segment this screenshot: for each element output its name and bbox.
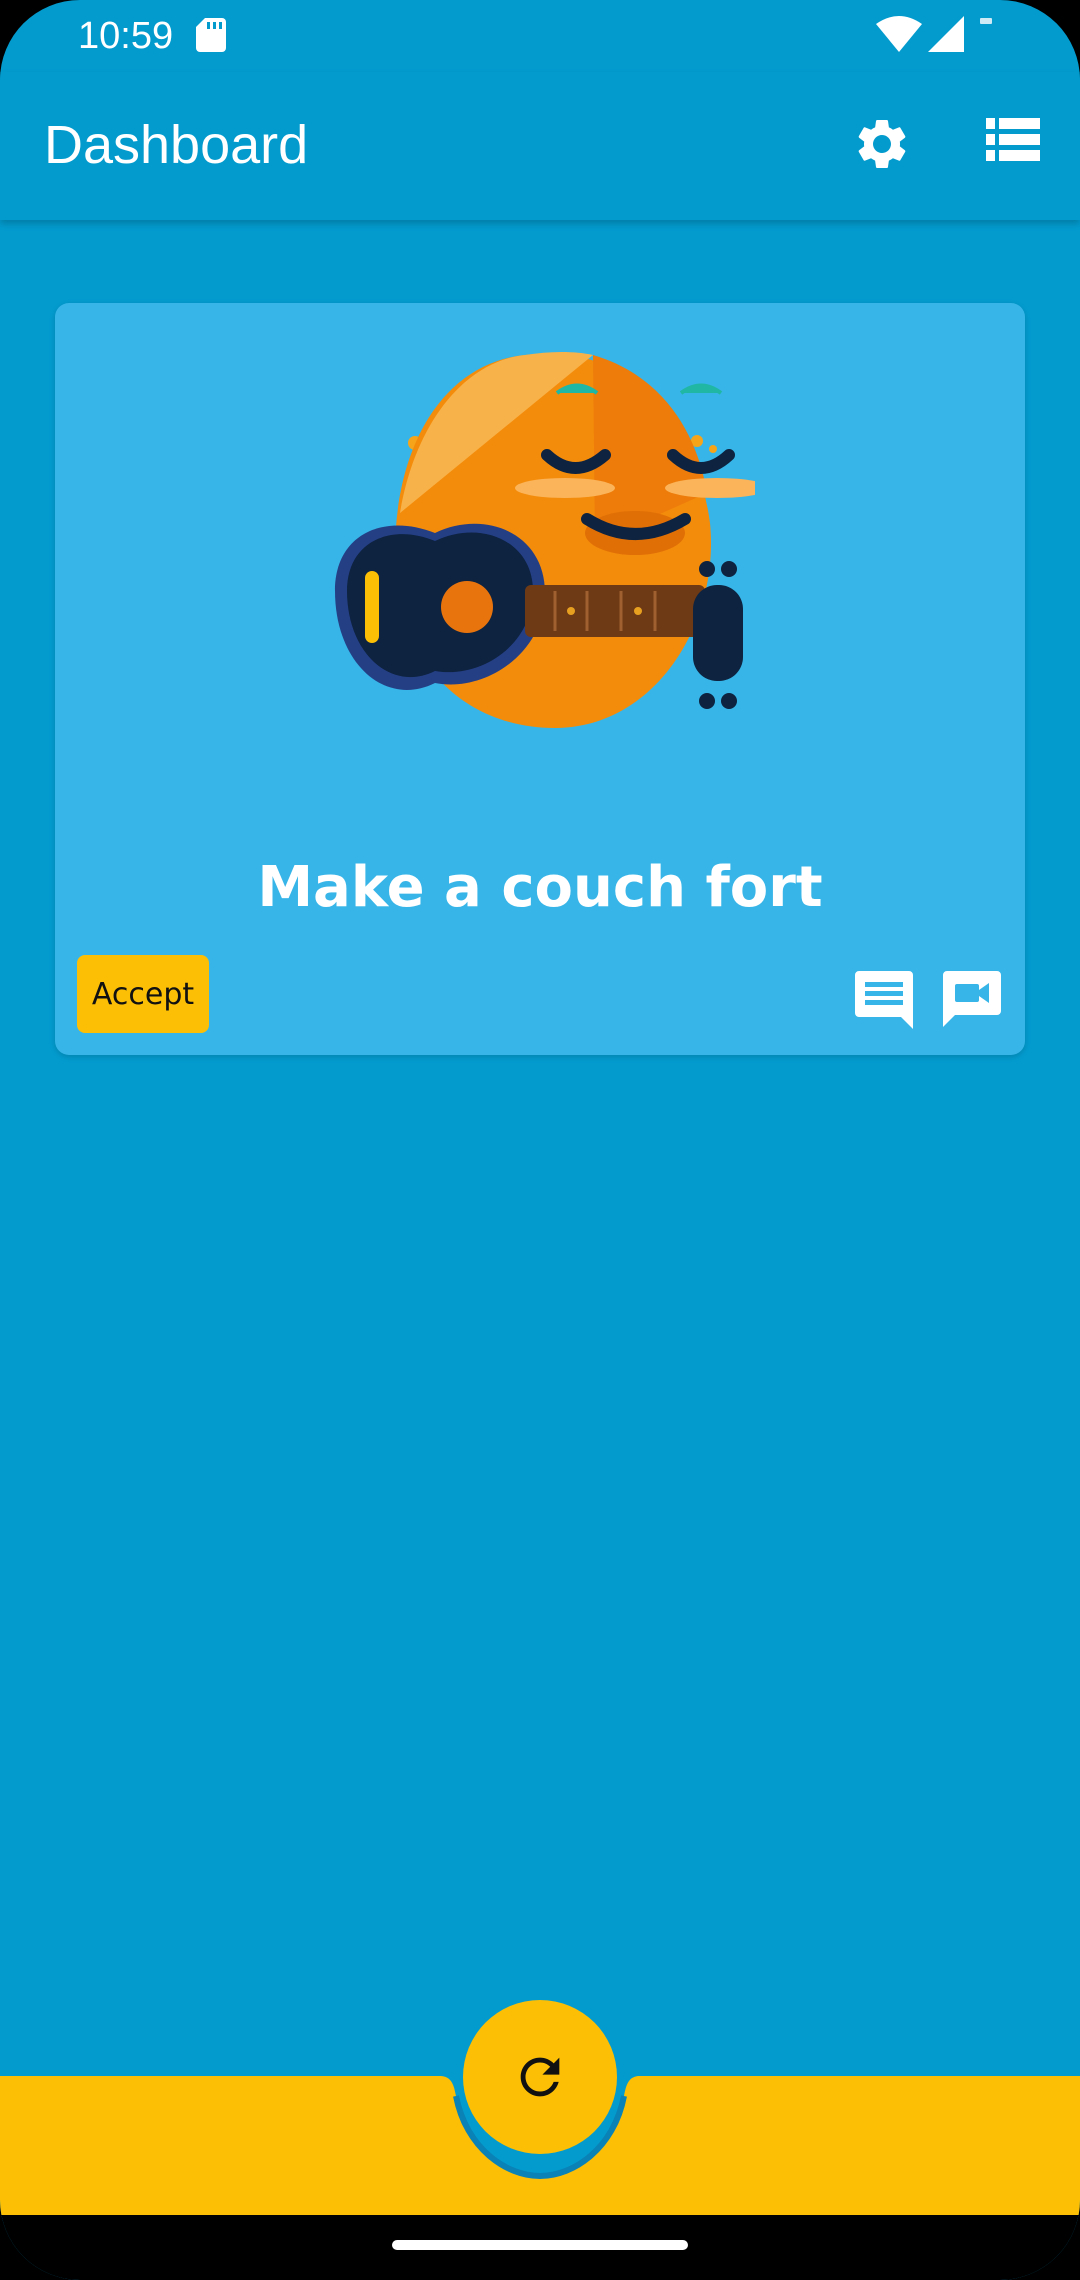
chat-icon <box>855 971 913 1029</box>
chat-button[interactable] <box>853 969 915 1031</box>
video-call-icon <box>943 971 1001 1027</box>
home-indicator[interactable] <box>392 2240 688 2250</box>
refresh-icon <box>520 2057 560 2097</box>
settings-icon <box>858 120 906 168</box>
task-card[interactable]: Make a couch fort Accept <box>55 303 1025 1055</box>
settings-button[interactable] <box>852 114 912 174</box>
list-icon <box>986 118 1040 161</box>
guitar-character-illustration <box>335 352 755 728</box>
status-time: 10:59 <box>78 15 174 57</box>
list-button[interactable] <box>986 118 1040 172</box>
app-bar: Dashboard <box>0 72 1080 220</box>
refresh-button[interactable] <box>463 2000 617 2154</box>
battery-icon <box>980 18 992 24</box>
sd-card-icon <box>196 18 226 52</box>
accept-button[interactable]: Accept <box>77 955 209 1033</box>
task-title: Make a couch fort <box>257 855 823 920</box>
video-call-button[interactable] <box>941 969 1003 1031</box>
status-bar: 10:59 <box>0 0 1080 72</box>
screen: 10:59 Dashboard Make a couch fort Accept <box>0 0 1080 2280</box>
page-title: Dashboard <box>44 115 309 175</box>
wifi-icon <box>876 16 922 52</box>
signal-icon <box>928 16 964 52</box>
